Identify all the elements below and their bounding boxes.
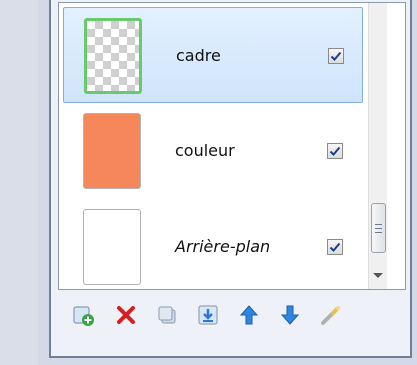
- layer-name: cadre: [176, 46, 221, 65]
- duplicate-layer-button[interactable]: [154, 302, 180, 328]
- checkmark-icon: [329, 242, 341, 252]
- layer-thumbnail: [83, 113, 141, 189]
- layer-visibility-checkbox[interactable]: [327, 143, 343, 159]
- layers-panel: cadre couleur Arrière-plan: [49, 0, 412, 358]
- move-layer-down-button[interactable]: [277, 302, 303, 328]
- scrollbar-thumb[interactable]: [371, 203, 386, 253]
- merge-down-icon: [198, 305, 218, 325]
- layer-visibility-checkbox[interactable]: [328, 48, 344, 64]
- move-layer-up-button[interactable]: [236, 302, 262, 328]
- vertical-scrollbar[interactable]: [368, 3, 387, 289]
- layer-name: couleur: [175, 141, 235, 160]
- layer-row-arriere-plan[interactable]: Arrière-plan: [63, 199, 363, 289]
- background-area: [0, 0, 38, 365]
- layer-row-couleur[interactable]: couleur: [63, 103, 363, 199]
- layer-thumbnail: [84, 18, 142, 94]
- delete-layer-icon: [117, 306, 135, 324]
- checkmark-icon: [330, 51, 342, 61]
- delete-layer-button[interactable]: [113, 302, 139, 328]
- add-layer-button[interactable]: [70, 302, 96, 328]
- layers-toolbar: [58, 298, 398, 332]
- add-layer-icon: [73, 306, 94, 326]
- move-up-icon: [239, 305, 259, 325]
- layer-properties-icon: [321, 306, 340, 325]
- layer-properties-button[interactable]: [318, 302, 344, 328]
- layers-list: cadre couleur Arrière-plan: [58, 2, 406, 290]
- merge-down-button[interactable]: [195, 302, 221, 328]
- layer-row-cadre[interactable]: cadre: [63, 7, 363, 103]
- layer-thumbnail: [83, 209, 141, 285]
- layer-name: Arrière-plan: [175, 237, 271, 256]
- checkmark-icon: [329, 146, 341, 156]
- move-down-icon: [280, 305, 300, 325]
- layer-visibility-checkbox[interactable]: [327, 239, 343, 255]
- duplicate-layer-icon: [158, 306, 176, 324]
- grip-icon: [375, 223, 382, 233]
- scroll-down-arrow-icon[interactable]: [373, 273, 383, 278]
